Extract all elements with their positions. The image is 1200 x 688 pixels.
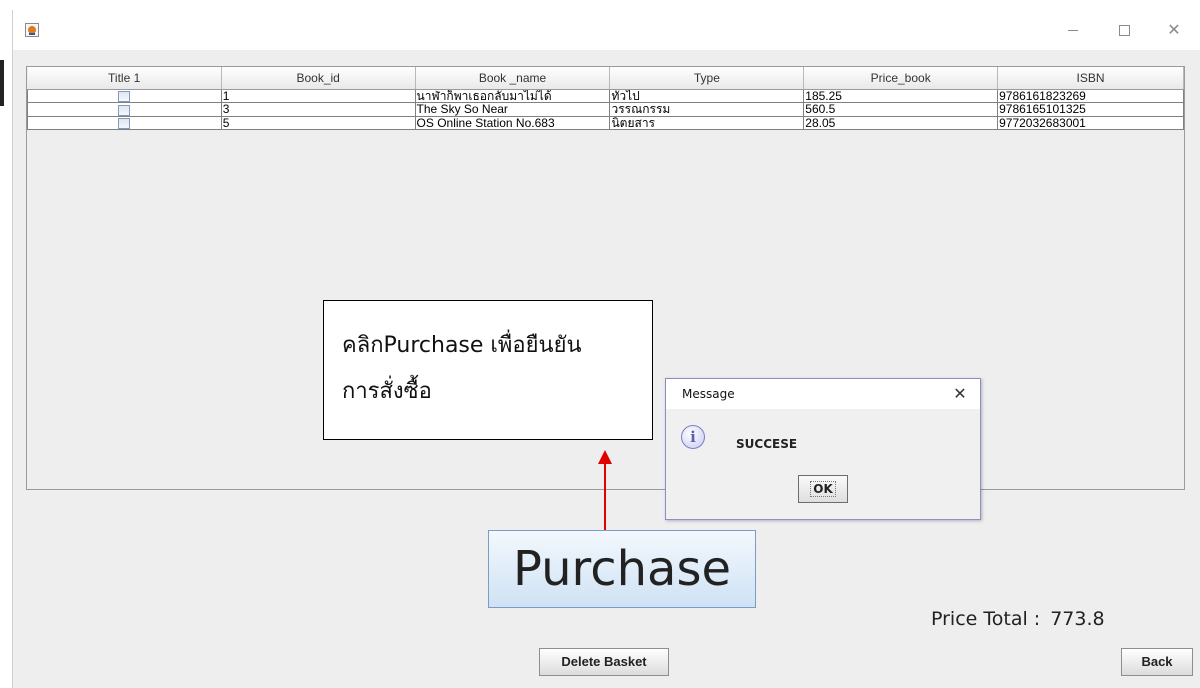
- ok-button[interactable]: OK: [798, 475, 848, 503]
- book-name-cell[interactable]: The Sky So Near: [414, 102, 611, 117]
- row-checkbox-cell[interactable]: [27, 102, 222, 117]
- arrow-up-icon: [598, 450, 612, 464]
- price-total-value: 773.8: [1050, 608, 1105, 630]
- book-name-cell[interactable]: OS Online Station No.683: [414, 115, 611, 130]
- row-checkbox[interactable]: [118, 117, 131, 129]
- back-button[interactable]: Back: [1121, 648, 1193, 676]
- info-icon: i: [681, 425, 705, 449]
- callout-arrow-line: [604, 464, 606, 530]
- price-total: Price Total : 773.8: [931, 608, 1105, 630]
- row-checkbox-cell[interactable]: [27, 88, 222, 104]
- column-header-price-book[interactable]: Price_book: [803, 67, 999, 90]
- price-cell[interactable]: 560.5: [803, 102, 999, 117]
- type-cell[interactable]: นิตยสาร: [609, 115, 805, 130]
- table-header-row: Title 1 Book_id Book _name Type Price_bo…: [27, 67, 1184, 90]
- column-header-title1[interactable]: Title 1: [27, 67, 222, 90]
- callout-line-2: การสั่งซื้อ: [342, 379, 432, 404]
- dialog-message: SUCCESE: [736, 437, 798, 451]
- table-row[interactable]: 3 The Sky So Near วรรณกรรม 560.5 9786165…: [27, 102, 1184, 117]
- basket-window: ✕ Title 1 Book_id Book _name Type Price_…: [12, 10, 1200, 688]
- column-header-type[interactable]: Type: [609, 67, 805, 90]
- column-header-book-id[interactable]: Book_id: [221, 67, 416, 90]
- price-total-label: Price Total :: [931, 608, 1041, 630]
- close-icon[interactable]: ✕: [948, 383, 972, 405]
- dialog-title: Message: [682, 387, 735, 401]
- isbn-cell[interactable]: 9786161823269: [997, 88, 1184, 104]
- java-cup-icon: [25, 23, 39, 37]
- row-checkbox-cell[interactable]: [27, 115, 222, 130]
- price-cell[interactable]: 185.25: [803, 88, 999, 104]
- column-header-isbn[interactable]: ISBN: [997, 67, 1184, 90]
- table-row[interactable]: 5 OS Online Station No.683 นิตยสาร 28.05…: [27, 115, 1184, 130]
- type-cell[interactable]: วรรณกรรม: [609, 102, 805, 117]
- instruction-callout: คลิกPurchase เพื่อยืนยัน การสั่งซื้อ: [323, 300, 653, 440]
- minimize-icon[interactable]: [1058, 16, 1088, 44]
- row-checkbox[interactable]: [118, 91, 131, 102]
- left-edge-marker: [0, 60, 4, 106]
- message-dialog: Message ✕ i SUCCESE OK: [665, 378, 981, 520]
- dialog-titlebar[interactable]: Message ✕: [666, 379, 980, 409]
- book-id-cell[interactable]: 5: [220, 115, 416, 130]
- isbn-cell[interactable]: 9772032683001: [997, 115, 1184, 130]
- table-row[interactable]: 1 นาฬ่าก็พาเธอกลับมาไม่ได้ ทั่วไป 185.25…: [27, 88, 1184, 104]
- close-icon[interactable]: ✕: [1159, 16, 1189, 44]
- book-id-cell[interactable]: 1: [220, 88, 416, 104]
- book-id-cell[interactable]: 3: [220, 102, 416, 117]
- row-checkbox[interactable]: [118, 104, 131, 116]
- maximize-icon[interactable]: [1109, 16, 1139, 44]
- book-name-cell[interactable]: นาฬ่าก็พาเธอกลับมาไม่ได้: [414, 88, 611, 104]
- delete-basket-button[interactable]: Delete Basket: [539, 648, 669, 676]
- column-header-book-name[interactable]: Book _name: [415, 67, 611, 90]
- ok-button-label: OK: [810, 481, 836, 497]
- basket-table: Title 1 Book_id Book _name Type Price_bo…: [27, 67, 1184, 130]
- window-titlebar: ✕: [13, 10, 1200, 50]
- purchase-button[interactable]: Purchase: [488, 530, 756, 608]
- isbn-cell[interactable]: 9786165101325: [997, 102, 1184, 117]
- type-cell[interactable]: ทั่วไป: [609, 88, 805, 104]
- callout-line-1: คลิกPurchase เพื่อยืนยัน: [342, 333, 582, 358]
- price-cell[interactable]: 28.05: [803, 115, 999, 130]
